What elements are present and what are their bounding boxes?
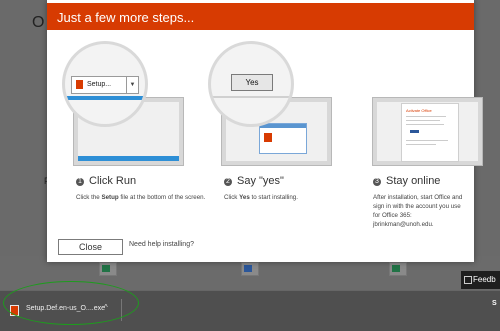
- show-all-downloads-button[interactable]: S: [492, 300, 497, 307]
- need-help-link[interactable]: Need help installing?: [129, 241, 194, 248]
- dialog-title: Just a few more steps...: [57, 10, 195, 25]
- close-button[interactable]: Close: [58, 239, 123, 255]
- step1-title: Click Run: [89, 175, 137, 187]
- uac-window-illustration: [259, 123, 307, 154]
- feedback-button[interactable]: Feedb: [461, 271, 500, 289]
- step1-zoom-circle: Setup... ▼: [62, 41, 148, 127]
- excel-file-icon: [99, 262, 117, 276]
- step3-title: Stay online: [386, 175, 441, 187]
- annotation-ellipse: [3, 281, 139, 325]
- excel-file-icon: [389, 262, 407, 276]
- step2-zoom-circle: Yes: [208, 41, 294, 127]
- background-page-left: [0, 0, 50, 290]
- step1-description: Click the Setup file at the bottom of th…: [76, 194, 206, 201]
- dialog-header: Just a few more steps...: [47, 3, 474, 30]
- step2-number: 2: [224, 178, 232, 186]
- background-heading-fragment: O: [32, 14, 45, 31]
- step1-number: 1: [76, 178, 84, 186]
- yes-button-illustration: Yes: [231, 74, 273, 91]
- download-bar-illustration: [78, 156, 179, 161]
- office-icon: [264, 133, 272, 142]
- word-file-icon: [241, 262, 259, 276]
- setup-button-illustration: Setup... ▼: [71, 76, 139, 94]
- step3-description: After installation, start Office and sig…: [373, 194, 463, 228]
- activate-office-illustration: Activate Office: [401, 103, 459, 162]
- step2-description: Click Yes to start installing.: [224, 194, 298, 201]
- step3-number: 3: [373, 178, 381, 186]
- feedback-icon: [464, 276, 472, 284]
- step2-title: Say "yes": [237, 175, 284, 187]
- office-icon: [76, 80, 83, 89]
- chevron-down-icon: ▼: [126, 77, 138, 93]
